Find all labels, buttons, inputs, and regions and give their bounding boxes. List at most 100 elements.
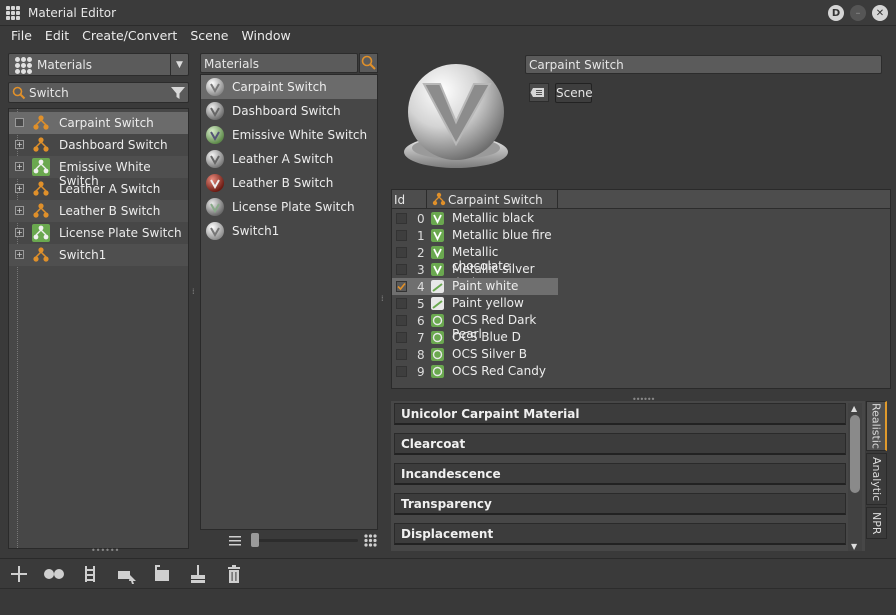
table-row[interactable]: 3 Metallic silver dark: [392, 261, 558, 290]
section-title: Clearcoat: [401, 437, 466, 451]
slider-handle[interactable]: [251, 533, 259, 547]
menu-file[interactable]: File: [11, 26, 32, 46]
material-icon: [431, 263, 444, 276]
table-row[interactable]: 1 Metallic blue fire: [392, 227, 558, 244]
tree-item[interactable]: + Leather B Switch: [9, 200, 188, 222]
thumbnail-size-slider[interactable]: [252, 539, 358, 542]
brush-icon[interactable]: [187, 563, 209, 585]
expand-icon[interactable]: +: [15, 140, 24, 149]
row-checkbox[interactable]: [396, 264, 407, 275]
tab-analytic[interactable]: Analytic: [866, 453, 887, 505]
tree-item[interactable]: + Switch1: [9, 244, 188, 266]
delete-icon[interactable]: [223, 563, 245, 585]
row-checkbox[interactable]: [396, 247, 407, 258]
expand-icon[interactable]: +: [15, 206, 24, 215]
duplicate-icon[interactable]: [43, 563, 65, 585]
tree-item[interactable]: Carpaint Switch: [9, 112, 188, 134]
material-ball-icon: [206, 102, 224, 120]
material-name-input[interactable]: Carpaint Switch: [525, 55, 882, 74]
resize-grip[interactable]: ⁞: [381, 294, 384, 303]
column-header-id[interactable]: Id: [394, 193, 405, 207]
section-incandescence[interactable]: Incandescence: [394, 463, 846, 485]
grid-view-icon[interactable]: [364, 534, 377, 547]
menu-scene[interactable]: Scene: [190, 26, 228, 46]
menu-bar: File Edit Create/Convert Scene Window: [0, 26, 896, 46]
menu-edit[interactable]: Edit: [45, 26, 69, 46]
table-row[interactable]: 8 OCS Silver B: [392, 346, 558, 363]
add-icon[interactable]: [8, 563, 30, 585]
row-checkbox[interactable]: [396, 213, 407, 224]
section-displacement[interactable]: Displacement: [394, 523, 846, 545]
table-row[interactable]: 4 Paint white: [392, 278, 558, 295]
expand-icon[interactable]: +: [15, 250, 24, 259]
row-checkbox[interactable]: [396, 315, 407, 326]
table-row[interactable]: 6 OCS Red Dark Pearl: [392, 312, 558, 341]
tree-item[interactable]: + Leather A Switch: [9, 178, 188, 200]
expand-icon[interactable]: +: [15, 162, 24, 171]
list-item[interactable]: Leather B Switch: [201, 171, 377, 195]
materials-search-button[interactable]: [359, 53, 378, 73]
status-bar: [0, 588, 896, 615]
bucket-icon[interactable]: [151, 563, 173, 585]
tree-item-label: Dashboard Switch: [59, 138, 168, 152]
row-label: Paint white: [452, 279, 519, 293]
tag-button[interactable]: [529, 83, 549, 102]
tag-icon: [530, 88, 544, 97]
list-item[interactable]: License Plate Switch: [201, 195, 377, 219]
table-row[interactable]: 0 Metallic black: [392, 210, 558, 227]
table-row[interactable]: 9 OCS Red Candy: [392, 363, 558, 380]
list-item[interactable]: Leather A Switch: [201, 147, 377, 171]
menu-create-convert[interactable]: Create/Convert: [82, 26, 177, 46]
list-view-icon[interactable]: [229, 535, 241, 547]
assign-icon[interactable]: [80, 563, 102, 585]
switch-icon: [32, 158, 50, 176]
menu-window[interactable]: Window: [241, 26, 290, 46]
properties-scrollbar[interactable]: ▲ ▼: [848, 403, 862, 551]
tab-label: Realistic: [869, 403, 883, 449]
row-checkbox[interactable]: [396, 366, 407, 377]
list-item[interactable]: Switch1: [201, 219, 377, 243]
dock-icon[interactable]: D: [828, 5, 844, 21]
table-row[interactable]: 5 Paint yellow: [392, 295, 558, 312]
row-checkbox[interactable]: [396, 230, 407, 241]
table-row[interactable]: 7 OCS Blue D: [392, 329, 558, 346]
minimize-icon[interactable]: –: [850, 5, 866, 21]
scroll-up-icon[interactable]: ▲: [851, 404, 857, 413]
tree-item[interactable]: + Emissive White Switch: [9, 156, 188, 188]
resize-grip[interactable]: ••••••: [91, 546, 119, 555]
collapse-icon[interactable]: [15, 118, 24, 127]
tree-item[interactable]: + License Plate Switch: [9, 222, 188, 244]
scrollbar-thumb[interactable]: [850, 415, 860, 493]
scroll-down-icon[interactable]: ▼: [851, 542, 857, 551]
resize-grip[interactable]: ⁞: [192, 288, 196, 296]
chevron-down-icon[interactable]: ▼: [170, 54, 188, 75]
close-icon[interactable]: ✕: [872, 5, 888, 21]
scene-button[interactable]: Scene: [555, 83, 593, 103]
expand-icon[interactable]: +: [15, 228, 24, 237]
tab-realistic[interactable]: Realistic: [866, 401, 887, 451]
list-item[interactable]: Dashboard Switch: [201, 99, 377, 123]
row-checkbox[interactable]: [396, 332, 407, 343]
list-item[interactable]: Carpaint Switch: [201, 75, 377, 99]
section-transparency[interactable]: Transparency: [394, 493, 846, 515]
section-title: Unicolor Carpaint Material: [401, 407, 580, 421]
properties-panel: Unicolor Carpaint Material Clearcoat Inc…: [391, 401, 865, 551]
row-checkbox[interactable]: [396, 281, 407, 292]
tab-npr[interactable]: NPR: [866, 507, 887, 539]
library-search-input[interactable]: Switch: [8, 82, 189, 103]
library-dropdown[interactable]: Materials ▼: [8, 53, 189, 76]
app-menu-icon[interactable]: [6, 6, 20, 20]
switch-icon: [432, 192, 446, 206]
column-header-name[interactable]: Carpaint Switch: [448, 193, 543, 207]
materials-list-header[interactable]: Materials: [200, 53, 358, 73]
section-clearcoat[interactable]: Clearcoat: [394, 433, 846, 455]
expand-icon[interactable]: +: [15, 184, 24, 193]
filter-icon[interactable]: [170, 85, 186, 101]
table-row[interactable]: 2 Metallic chocolate: [392, 244, 558, 273]
pick-icon[interactable]: [116, 563, 138, 585]
list-item[interactable]: Emissive White Switch: [201, 123, 377, 147]
row-checkbox[interactable]: [396, 298, 407, 309]
row-checkbox[interactable]: [396, 349, 407, 360]
tree-item[interactable]: + Dashboard Switch: [9, 134, 188, 156]
section-unicolor-carpaint[interactable]: Unicolor Carpaint Material: [394, 403, 846, 425]
